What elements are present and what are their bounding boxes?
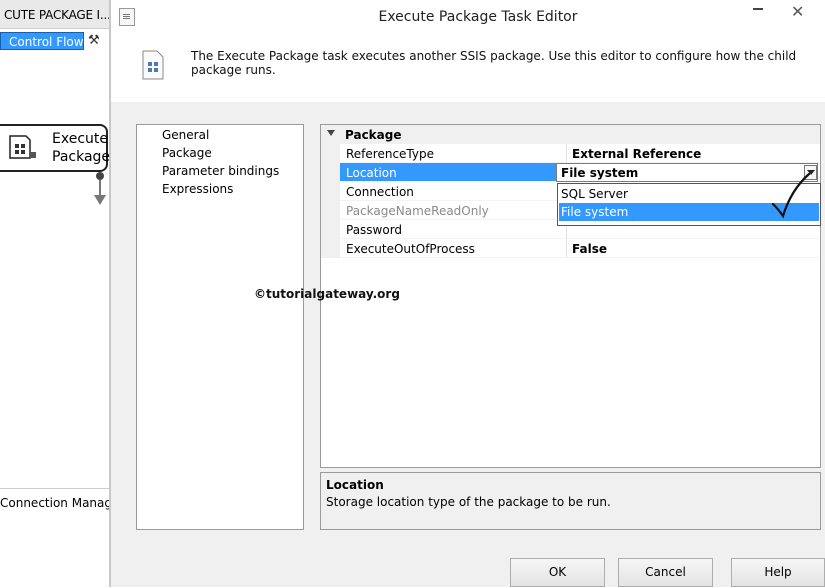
- checkmark-annotation-icon: [771, 172, 811, 219]
- package-task-icon: [142, 50, 164, 80]
- collapse-arrow-icon[interactable]: [327, 130, 335, 136]
- intro-panel: The Execute Package task executes anothe…: [111, 32, 825, 102]
- connection-managers-label: Connection Manage: [0, 496, 120, 510]
- nav-item-expressions[interactable]: Expressions: [162, 182, 233, 196]
- page-navigation-list: General Package Parameter bindings Expre…: [136, 124, 304, 530]
- description-text: Storage location type of the package to …: [326, 495, 611, 509]
- description-panel: Location Storage location type of the pa…: [320, 472, 821, 530]
- property-name: ReferenceType: [346, 147, 434, 161]
- connection-managers-panel: Connection Manage: [0, 488, 119, 588]
- task-label-line1: Execute: [52, 131, 108, 147]
- nav-item-general[interactable]: General: [162, 128, 209, 142]
- execute-package-task[interactable]: Execute Package: [0, 124, 111, 172]
- description-title: Location: [326, 478, 384, 492]
- execute-package-icon: [9, 135, 36, 159]
- property-name: Location: [346, 166, 397, 180]
- minimize-icon[interactable]: [753, 8, 763, 10]
- ok-button[interactable]: OK: [510, 558, 605, 587]
- property-name: Password: [346, 223, 403, 237]
- property-name: ExecuteOutOfProcess: [346, 242, 475, 256]
- nav-item-parameter-bindings[interactable]: Parameter bindings: [162, 164, 279, 178]
- title-bar: Execute Package Task Editor ✕: [111, 0, 825, 32]
- category-title: Package: [345, 128, 402, 142]
- property-name: Connection: [346, 185, 414, 199]
- task-label-line2: Package: [52, 149, 111, 165]
- grid-gutter: [321, 144, 340, 258]
- column-divider: [566, 144, 567, 163]
- property-name: PackageNameReadOnly: [346, 204, 489, 218]
- execute-package-task-editor: Execute Package Task Editor ✕ The Execut…: [111, 0, 825, 587]
- control-flow-tab[interactable]: Control Flow: [0, 32, 84, 50]
- close-icon[interactable]: ✕: [791, 2, 804, 21]
- category-header[interactable]: Package: [321, 125, 820, 144]
- toolbox-icon[interactable]: ⚒: [88, 33, 104, 49]
- window-title: Execute Package Task Editor: [378, 9, 578, 25]
- watermark: ©tutorialgateway.org: [254, 287, 400, 301]
- precedence-arrow-head-icon: [94, 195, 106, 205]
- column-divider: [566, 239, 567, 258]
- help-button[interactable]: Help: [731, 558, 825, 587]
- cancel-button[interactable]: Cancel: [618, 558, 713, 587]
- nav-item-package[interactable]: Package: [162, 146, 212, 160]
- property-row-executeoutofprocess[interactable]: ExecuteOutOfProcess False: [340, 239, 820, 258]
- location-value: File system: [561, 166, 639, 180]
- property-value[interactable]: False: [572, 242, 607, 256]
- property-value[interactable]: External Reference: [572, 147, 701, 161]
- designer-tab[interactable]: CUTE PACKAGE I...TI: [0, 0, 121, 29]
- property-row-referencetype[interactable]: ReferenceType External Reference: [340, 144, 820, 163]
- intro-text: The Execute Package task executes anothe…: [191, 49, 797, 77]
- precedence-connector-dot[interactable]: [96, 172, 104, 180]
- row-separator: [340, 257, 820, 258]
- designer-tab-title: CUTE PACKAGE I...TI: [4, 8, 122, 22]
